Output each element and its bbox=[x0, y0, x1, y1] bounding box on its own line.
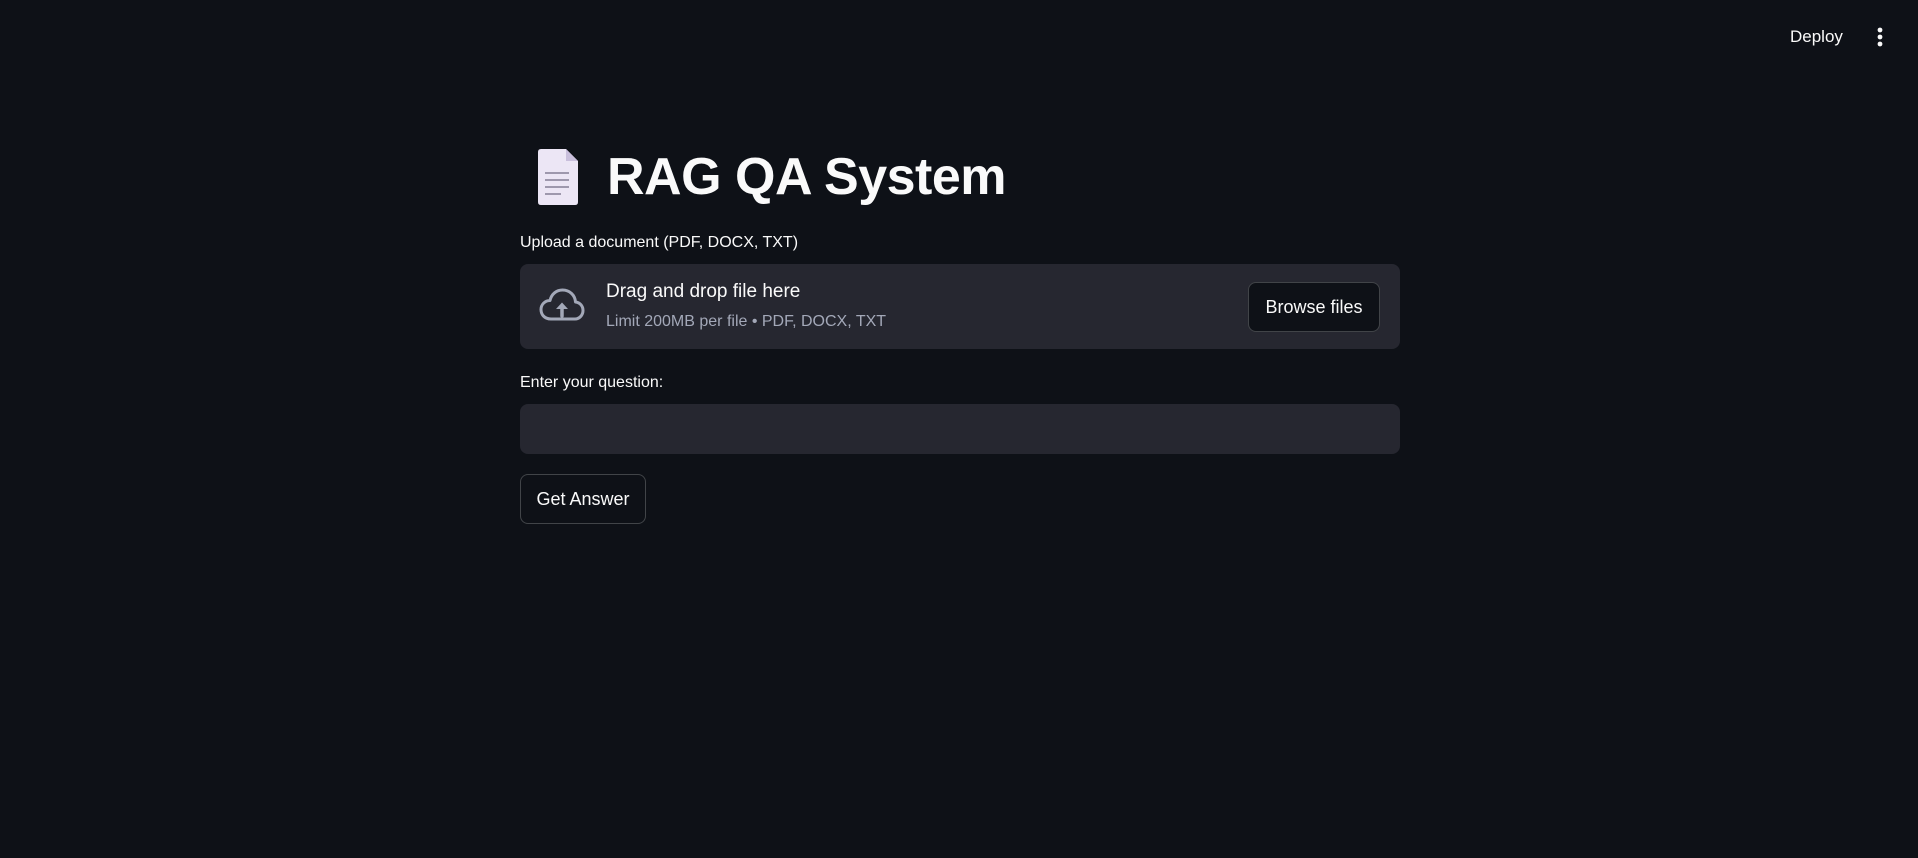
dropzone-limits: Limit 200MB per file • PDF, DOCX, TXT bbox=[606, 313, 887, 330]
question-label: Enter your question: bbox=[520, 374, 664, 391]
question-input[interactable] bbox=[520, 404, 1400, 454]
browse-files-button[interactable]: Browse files bbox=[1248, 282, 1380, 332]
main-menu-button[interactable] bbox=[1866, 22, 1894, 52]
upload-label: Upload a document (PDF, DOCX, TXT) bbox=[520, 234, 799, 251]
app-header: Deploy bbox=[0, 0, 1918, 72]
vertical-dots-icon bbox=[1877, 27, 1883, 47]
dropzone-title: Drag and drop file here bbox=[606, 281, 801, 302]
file-dropzone[interactable]: Drag and drop file here Limit 200MB per … bbox=[520, 264, 1400, 349]
title-row: RAG QA System bbox=[520, 138, 1007, 216]
deploy-button[interactable]: Deploy bbox=[1784, 22, 1849, 52]
cloud-upload-icon bbox=[539, 288, 585, 321]
get-answer-button[interactable]: Get Answer bbox=[520, 474, 646, 524]
page-facing-up-icon bbox=[538, 149, 578, 205]
page-title: RAG QA System bbox=[607, 148, 1007, 206]
